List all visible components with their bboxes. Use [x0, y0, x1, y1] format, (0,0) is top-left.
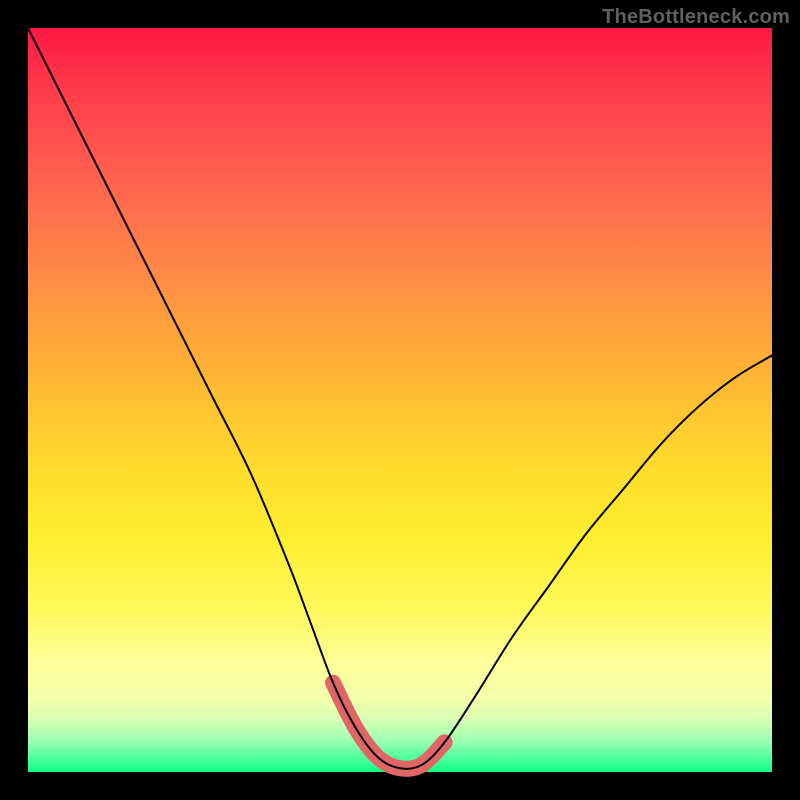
plot-area	[28, 28, 772, 772]
chart-frame: TheBottleneck.com	[0, 0, 800, 800]
highlight-band-path	[333, 683, 445, 769]
bottleneck-curve-path	[28, 28, 772, 769]
watermark-text: TheBottleneck.com	[602, 6, 790, 29]
chart-svg	[28, 28, 772, 772]
